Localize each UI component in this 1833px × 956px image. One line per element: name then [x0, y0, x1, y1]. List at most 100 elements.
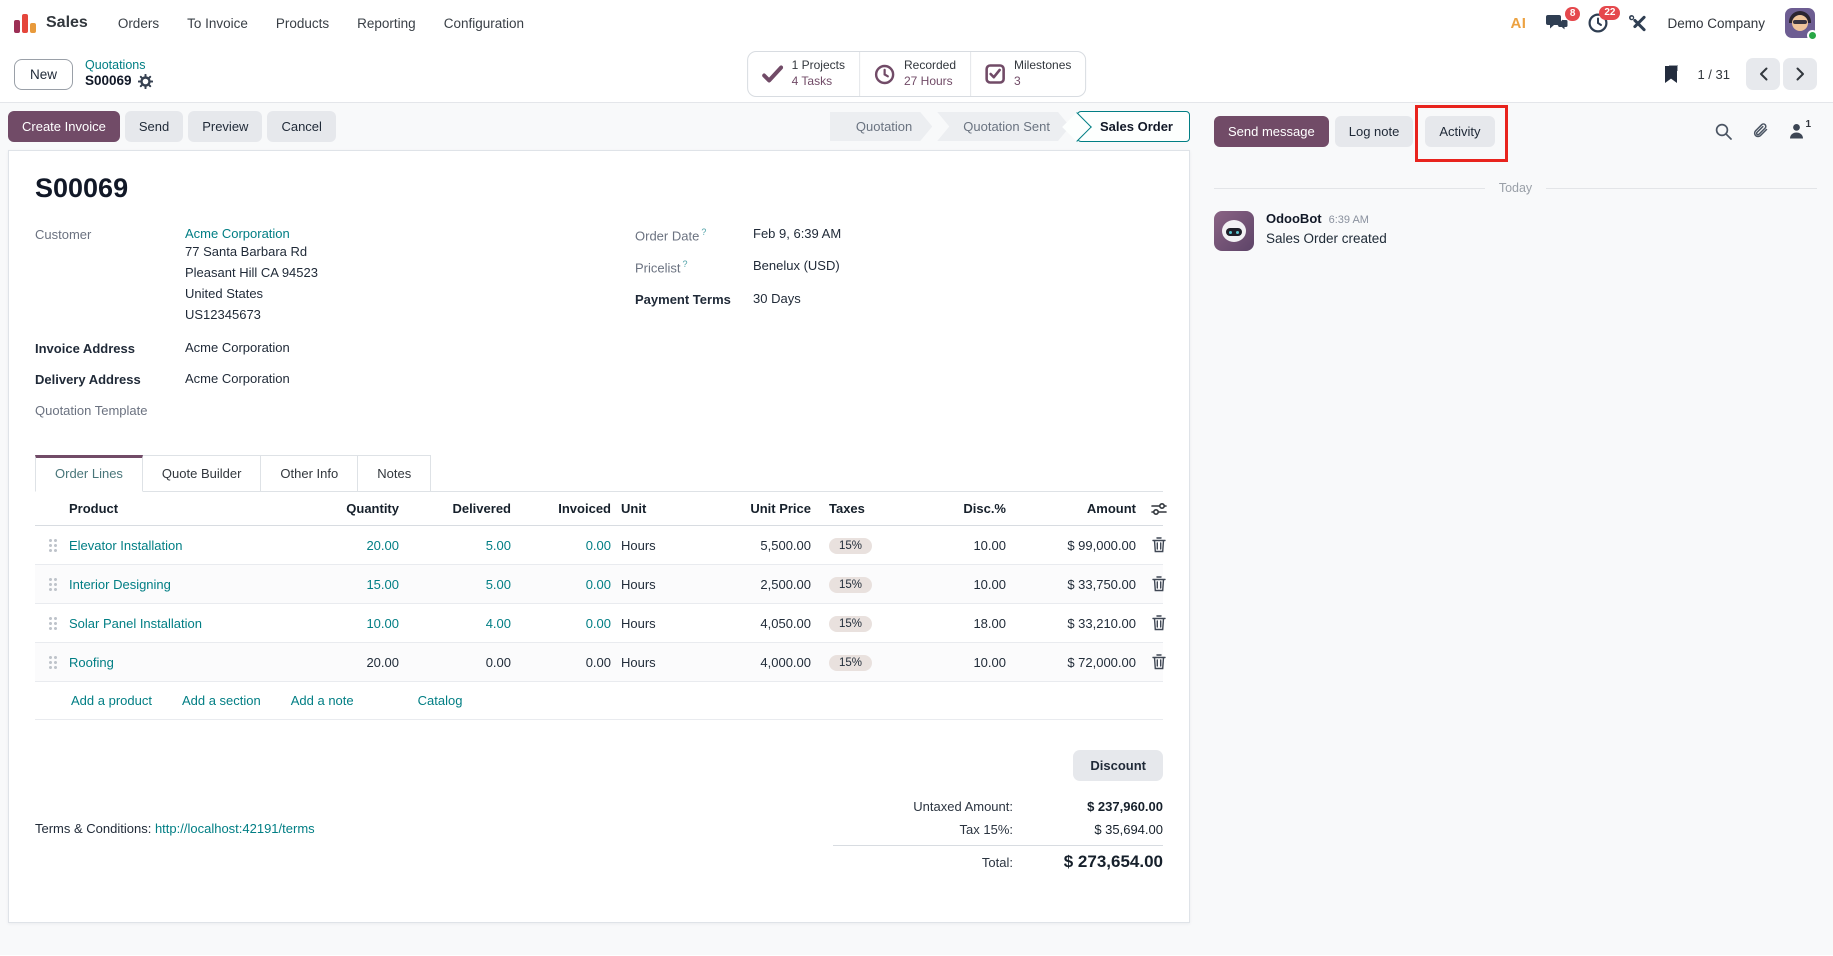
catalog-link[interactable]: Catalog — [418, 693, 463, 708]
add-section-link[interactable]: Add a section — [182, 693, 261, 708]
invoiced-cell[interactable]: 0.00 — [511, 616, 611, 631]
header-product[interactable]: Product — [69, 501, 299, 516]
unit-cell[interactable]: Hours — [611, 577, 681, 592]
stat-button-milestones[interactable]: Milestones 3 — [970, 52, 1085, 95]
record-actions-gear-icon[interactable] — [138, 74, 153, 89]
add-note-link[interactable]: Add a note — [291, 693, 354, 708]
quantity-cell[interactable]: 10.00 — [299, 616, 399, 631]
discount-button[interactable]: Discount — [1073, 750, 1163, 781]
table-row[interactable]: Interior Designing 15.00 5.00 0.00 Hours… — [35, 565, 1163, 604]
pager-previous-button[interactable] — [1746, 58, 1780, 90]
send-button[interactable]: Send — [125, 111, 183, 142]
delivered-cell[interactable]: 4.00 — [399, 616, 511, 631]
user-avatar[interactable] — [1785, 8, 1815, 38]
table-row[interactable]: Roofing 20.00 0.00 0.00 Hours 4,000.00 1… — [35, 643, 1163, 682]
pager-next-button[interactable] — [1783, 58, 1817, 90]
pricelist-value[interactable]: Benelux (USD) — [753, 258, 840, 275]
header-taxes[interactable]: Taxes — [811, 501, 911, 516]
odoobot-avatar[interactable] — [1214, 211, 1254, 251]
app-menu-sales[interactable]: Sales — [46, 14, 88, 32]
stat-button-recorded-hours[interactable]: Recorded 27 Hours — [859, 52, 970, 95]
tab-quote-builder[interactable]: Quote Builder — [143, 455, 262, 491]
activities-button[interactable]: 22 — [1588, 13, 1608, 33]
delivery-address-value[interactable]: Acme Corporation — [185, 371, 290, 387]
header-delivered[interactable]: Delivered — [399, 501, 511, 516]
unit-price-cell[interactable]: 4,000.00 — [681, 655, 811, 670]
delete-row-button[interactable] — [1152, 537, 1166, 553]
status-step-quotation[interactable]: Quotation — [830, 112, 932, 141]
header-quantity[interactable]: Quantity — [299, 501, 399, 516]
menu-orders[interactable]: Orders — [118, 16, 159, 31]
customer-link[interactable]: Acme Corporation — [185, 226, 290, 241]
quantity-cell[interactable]: 15.00 — [299, 577, 399, 592]
taxes-cell[interactable]: 15% — [811, 576, 911, 593]
menu-configuration[interactable]: Configuration — [444, 16, 524, 31]
delivered-cell[interactable]: 5.00 — [399, 538, 511, 553]
quantity-cell[interactable]: 20.00 — [299, 538, 399, 553]
disc-cell[interactable]: 10.00 — [911, 577, 1006, 592]
header-amount[interactable]: Amount — [1006, 501, 1136, 516]
invoiced-cell[interactable]: 0.00 — [511, 577, 611, 592]
order-date-value[interactable]: Feb 9, 6:39 AM — [753, 226, 841, 243]
optional-columns-icon[interactable] — [1151, 502, 1167, 516]
table-row[interactable]: Elevator Installation 20.00 5.00 0.00 Ho… — [35, 526, 1163, 565]
taxes-cell[interactable]: 15% — [811, 615, 911, 632]
status-step-sales-order[interactable]: Sales Order — [1077, 111, 1190, 142]
unit-cell[interactable]: Hours — [611, 538, 681, 553]
header-disc[interactable]: Disc.% — [911, 501, 1006, 516]
attach-files-button[interactable] — [1752, 122, 1769, 140]
quantity-cell[interactable]: 20.00 — [299, 655, 399, 670]
delivered-cell[interactable]: 5.00 — [399, 577, 511, 592]
followers-button[interactable]: 1 — [1789, 123, 1811, 139]
activity-button[interactable]: Activity — [1425, 116, 1494, 147]
unit-cell[interactable]: Hours — [611, 655, 681, 670]
tab-other-info[interactable]: Other Info — [261, 455, 358, 491]
delete-row-button[interactable] — [1152, 576, 1166, 592]
disc-cell[interactable]: 10.00 — [911, 538, 1006, 553]
delete-row-button[interactable] — [1152, 615, 1166, 631]
unit-price-cell[interactable]: 5,500.00 — [681, 538, 811, 553]
product-cell[interactable]: Interior Designing — [69, 577, 299, 592]
tab-order-lines[interactable]: Order Lines — [35, 455, 143, 492]
invoiced-cell[interactable]: 0.00 — [511, 655, 611, 670]
create-invoice-button[interactable]: Create Invoice — [8, 111, 120, 142]
breadcrumb-quotations[interactable]: Quotations — [85, 58, 153, 74]
table-row[interactable]: Solar Panel Installation 10.00 4.00 0.00… — [35, 604, 1163, 643]
drag-handle-icon[interactable] — [35, 616, 69, 630]
payment-terms-value[interactable]: 30 Days — [753, 291, 801, 307]
product-cell[interactable]: Solar Panel Installation — [69, 616, 299, 631]
ai-icon[interactable]: AI — [1510, 15, 1526, 32]
header-invoiced[interactable]: Invoiced — [511, 501, 611, 516]
new-button[interactable]: New — [14, 59, 73, 90]
unit-cell[interactable]: Hours — [611, 616, 681, 631]
preview-button[interactable]: Preview — [188, 111, 262, 142]
menu-to-invoice[interactable]: To Invoice — [187, 16, 248, 31]
drag-handle-icon[interactable] — [35, 655, 69, 669]
header-unit-price[interactable]: Unit Price — [681, 501, 811, 516]
add-product-link[interactable]: Add a product — [71, 693, 152, 708]
bookmark-button[interactable] — [1664, 65, 1681, 84]
product-cell[interactable]: Roofing — [69, 655, 299, 670]
tab-notes[interactable]: Notes — [358, 455, 431, 491]
invoice-address-value[interactable]: Acme Corporation — [185, 340, 290, 356]
status-step-quotation-sent[interactable]: Quotation Sent — [937, 112, 1070, 141]
tools-button[interactable] — [1628, 14, 1647, 33]
invoiced-cell[interactable]: 0.00 — [511, 538, 611, 553]
log-note-button[interactable]: Log note — [1335, 116, 1414, 147]
drag-handle-icon[interactable] — [35, 577, 69, 591]
company-switcher[interactable]: Demo Company — [1667, 16, 1765, 31]
menu-reporting[interactable]: Reporting — [357, 16, 416, 31]
odoo-logo-icon[interactable] — [14, 13, 36, 33]
product-cell[interactable]: Elevator Installation — [69, 538, 299, 553]
send-message-button[interactable]: Send message — [1214, 116, 1329, 147]
disc-cell[interactable]: 18.00 — [911, 616, 1006, 631]
stat-button-projects[interactable]: 1 Projects 4 Tasks — [748, 52, 859, 95]
search-messages-button[interactable] — [1715, 123, 1732, 140]
unit-price-cell[interactable]: 4,050.00 — [681, 616, 811, 631]
messages-button[interactable]: 8 — [1546, 14, 1568, 33]
delivered-cell[interactable]: 0.00 — [399, 655, 511, 670]
taxes-cell[interactable]: 15% — [811, 537, 911, 554]
taxes-cell[interactable]: 15% — [811, 654, 911, 671]
disc-cell[interactable]: 10.00 — [911, 655, 1006, 670]
delete-row-button[interactable] — [1152, 654, 1166, 670]
